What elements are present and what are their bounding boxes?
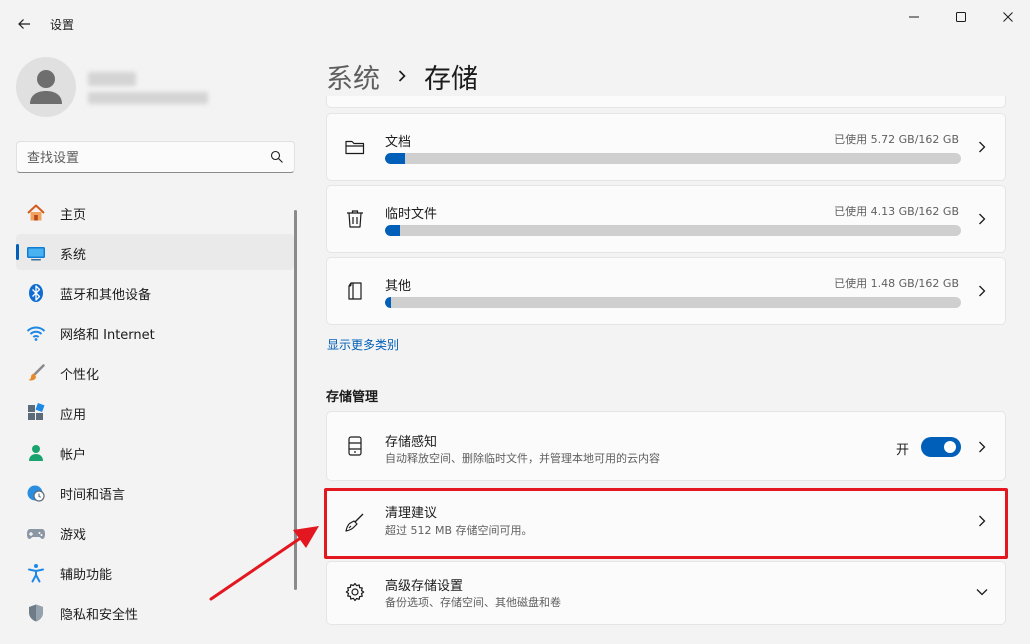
- brush-icon: [26, 363, 46, 383]
- storage-sense-title: 存储感知: [385, 435, 438, 450]
- gear-icon: [344, 581, 366, 603]
- minimize-button[interactable]: [902, 6, 926, 28]
- sidebar-item-home[interactable]: 主页: [16, 194, 294, 230]
- user-email-redacted: [88, 92, 208, 104]
- usage-bar: [385, 297, 961, 308]
- sidebar-item-apps[interactable]: 应用: [16, 394, 294, 430]
- category-title: 文档: [385, 135, 412, 150]
- wifi-icon: [26, 323, 46, 343]
- chevron-right-icon: [975, 284, 989, 298]
- shield-icon: [26, 603, 46, 623]
- show-more-categories-link[interactable]: 显示更多类别: [327, 336, 399, 353]
- category-usage: 已使用 5.72 GB/162 GB: [834, 133, 959, 146]
- accessibility-icon: [26, 563, 46, 583]
- sidebar-item-label: 系统: [60, 248, 87, 263]
- avatar[interactable]: [16, 57, 76, 117]
- close-button[interactable]: [996, 6, 1020, 28]
- cleanup-title: 清理建议: [385, 506, 438, 521]
- chevron-right-icon: [396, 69, 408, 83]
- close-icon: [1003, 12, 1013, 22]
- sidebar-item-label: 隐私和安全性: [60, 608, 139, 623]
- category-card-other[interactable]: 其他 已使用 1.48 GB/162 GB: [326, 257, 1006, 325]
- sidebar-item-label: 游戏: [60, 528, 87, 543]
- document-icon: [344, 280, 366, 302]
- storage-sense-subtitle: 自动释放空间、删除临时文件，并管理本地可用的云内容: [385, 452, 660, 465]
- storage-sense-toggle[interactable]: [921, 437, 961, 457]
- cleanup-subtitle: 超过 512 MB 存储空间可用。: [385, 524, 533, 537]
- category-title: 临时文件: [385, 207, 438, 222]
- sidebar-item-label: 蓝牙和其他设备: [60, 288, 152, 303]
- search-box: [16, 141, 295, 173]
- search-input[interactable]: [27, 148, 257, 168]
- user-icon: [30, 70, 62, 104]
- apps-icon: [26, 403, 46, 423]
- category-usage: 已使用 4.13 GB/162 GB: [834, 205, 959, 218]
- maximize-button[interactable]: [949, 6, 973, 28]
- back-arrow-icon: [18, 19, 30, 29]
- home-icon: [26, 203, 46, 223]
- folder-icon: [344, 136, 366, 158]
- sidebar-item-label: 帐户: [60, 448, 87, 463]
- sidebar-item-personalization[interactable]: 个性化: [16, 354, 294, 390]
- sidebar-item-accounts[interactable]: 帐户: [16, 434, 294, 470]
- advanced-storage-subtitle: 备份选项、存储空间、其他磁盘和卷: [385, 596, 561, 609]
- title-bar: 设置: [0, 0, 1030, 46]
- minimize-icon: [909, 16, 919, 18]
- storage-drive-icon: [344, 435, 366, 457]
- back-button[interactable]: [12, 12, 36, 36]
- chevron-right-icon: [975, 212, 989, 226]
- chevron-down-icon: [975, 585, 989, 599]
- sidebar-item-label: 主页: [60, 208, 87, 223]
- usage-bar-fill: [385, 297, 391, 308]
- category-title: 其他: [385, 279, 412, 294]
- category-card-temp-files[interactable]: 临时文件 已使用 4.13 GB/162 GB: [326, 185, 1006, 253]
- category-usage: 已使用 1.48 GB/162 GB: [834, 277, 959, 290]
- sidebar-item-label: 应用: [60, 408, 87, 423]
- chevron-right-icon: [975, 440, 989, 454]
- sidebar-item-label: 个性化: [60, 368, 100, 383]
- annotation-arrow-icon: [209, 526, 319, 601]
- toggle-state-label: 开: [895, 443, 909, 458]
- sidebar-item-label: 网络和 Internet: [60, 328, 155, 343]
- storage-sense-card[interactable]: 存储感知 自动释放空间、删除临时文件，并管理本地可用的云内容 开: [326, 411, 1006, 481]
- search-icon[interactable]: [270, 150, 284, 164]
- bluetooth-icon: [26, 283, 46, 303]
- trash-icon: [344, 208, 366, 230]
- sidebar-item-label: 时间和语言: [60, 488, 126, 503]
- usage-bar-fill: [385, 225, 400, 236]
- usage-bar: [385, 153, 961, 164]
- gamepad-icon: [26, 523, 46, 543]
- page-title: 存储: [424, 63, 478, 95]
- usage-bar: [385, 225, 961, 236]
- clock-globe-icon: [26, 483, 46, 503]
- sidebar-item-network[interactable]: 网络和 Internet: [16, 314, 294, 350]
- usage-bar-fill: [385, 153, 406, 164]
- sidebar-item-time-language[interactable]: 时间和语言: [16, 474, 294, 510]
- breadcrumb-parent[interactable]: 系统: [326, 57, 380, 96]
- system-icon: [26, 243, 46, 263]
- section-title-storage-management: 存储管理: [326, 390, 379, 405]
- sidebar-item-system[interactable]: 系统: [16, 234, 294, 270]
- account-icon: [26, 443, 46, 463]
- sidebar-item-label: 辅助功能: [60, 568, 113, 583]
- broom-icon: [344, 511, 366, 533]
- cleanup-recommendations-card[interactable]: 清理建议 超过 512 MB 存储空间可用。: [326, 488, 1006, 558]
- user-name-redacted: [88, 72, 136, 86]
- category-card-documents[interactable]: 文档 已使用 5.72 GB/162 GB: [326, 113, 1006, 181]
- breadcrumb: 系统 存储: [326, 56, 478, 96]
- maximize-icon: [956, 12, 966, 22]
- chevron-right-icon: [975, 514, 989, 528]
- advanced-storage-title: 高级存储设置: [385, 579, 464, 594]
- app-title: 设置: [50, 18, 75, 32]
- sidebar-item-bluetooth[interactable]: 蓝牙和其他设备: [16, 274, 294, 310]
- advanced-storage-settings-card[interactable]: 高级存储设置 备份选项、存储空间、其他磁盘和卷: [326, 561, 1006, 625]
- chevron-right-icon: [975, 140, 989, 154]
- toggle-knob: [944, 441, 956, 453]
- scrolled-card-edge: [326, 96, 1006, 108]
